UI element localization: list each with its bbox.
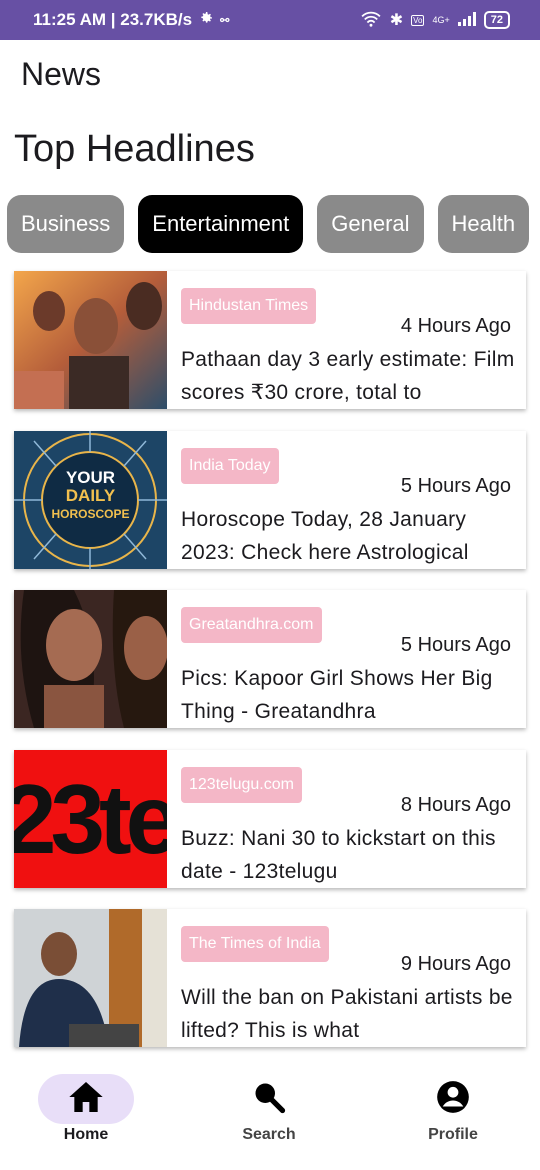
- news-card[interactable]: Hindustan Times 4 Hours Ago Pathaan day …: [14, 271, 526, 409]
- nav-profile-indicator: [405, 1074, 501, 1124]
- nav-search[interactable]: Search: [209, 1074, 329, 1144]
- nav-home[interactable]: Home: [26, 1074, 146, 1144]
- article-time: 4 Hours Ago: [400, 315, 511, 337]
- nav-search-label: Search: [242, 1126, 296, 1143]
- news-card[interactable]: Greatandhra.com 5 Hours Ago Pics: Kapoor…: [14, 590, 526, 728]
- horoscope-line1: YOUR: [65, 468, 116, 487]
- article-headline: Will the ban on Pakistani artists be lif…: [181, 986, 513, 1042]
- horoscope-line2: DAILY: [65, 486, 116, 505]
- chip-general[interactable]: General: [317, 195, 424, 253]
- source-badge: India Today: [181, 448, 279, 484]
- chip-business[interactable]: Business: [7, 195, 125, 253]
- article-thumbnail: 23te: [14, 750, 167, 888]
- article-time: 5 Hours Ago: [400, 475, 511, 497]
- article-thumbnail: [14, 590, 167, 728]
- section-title: Top Headlines: [14, 128, 255, 170]
- home-icon: [65, 1077, 107, 1122]
- nav-search-indicator: [221, 1074, 317, 1124]
- category-chips: Business Entertainment General Health: [7, 195, 540, 253]
- article-time: 9 Hours Ago: [400, 953, 511, 975]
- chip-health[interactable]: Health: [437, 195, 530, 253]
- article-thumbnail: [14, 271, 167, 409]
- source-badge: Hindustan Times: [181, 288, 317, 324]
- article-headline: Horoscope Today, 28 January 2023: Check …: [181, 508, 469, 564]
- news-card[interactable]: YOUR DAILY HOROSCOPE India Today 5 Hours…: [14, 431, 526, 569]
- battery-icon: 72: [483, 11, 510, 29]
- nav-home-indicator: [38, 1074, 134, 1124]
- article-thumbnail: [14, 909, 167, 1047]
- article-headline: Buzz: Nani 30 to kickstart on this date …: [181, 827, 496, 883]
- usb-icon: ⚯: [220, 14, 230, 27]
- article-time: 5 Hours Ago: [400, 634, 511, 656]
- search-icon: [251, 1079, 287, 1120]
- volte-icon: Vo: [411, 14, 425, 26]
- chip-entertainment[interactable]: Entertainment: [138, 195, 304, 253]
- account-icon: [434, 1078, 472, 1121]
- article-headline: Pathaan day 3 early estimate: Film score…: [181, 348, 515, 404]
- signal-icon: [457, 11, 476, 29]
- source-badge: The Times of India: [181, 926, 329, 962]
- site-logo-text: 23te: [14, 764, 167, 874]
- wifi-icon: [360, 11, 382, 30]
- news-card[interactable]: 23te 123telugu.com 8 Hours Ago Buzz: Nan…: [14, 750, 526, 888]
- status-bar: 11:25 AM | 23.7KB/s ⚯ ✱ Vo 4G+ 72: [0, 0, 540, 40]
- article-time: 8 Hours Ago: [400, 794, 511, 816]
- status-right: ✱ Vo 4G+ 72: [360, 0, 510, 40]
- bottom-navigation: Home Search Profile: [0, 1060, 540, 1170]
- network-label: 4G+: [432, 15, 450, 25]
- article-headline: Pics: Kapoor Girl Shows Her Big Thing - …: [181, 667, 493, 723]
- settings-icon: [198, 10, 214, 31]
- status-time-speed: 11:25 AM | 23.7KB/s: [33, 10, 193, 29]
- nav-home-label: Home: [63, 1126, 109, 1143]
- app-title: News: [21, 56, 102, 92]
- article-thumbnail: YOUR DAILY HOROSCOPE: [14, 431, 167, 569]
- source-badge: 123telugu.com: [181, 767, 302, 803]
- source-badge: Greatandhra.com: [181, 607, 322, 643]
- bluetooth-icon: ✱: [389, 12, 404, 29]
- news-card[interactable]: The Times of India 9 Hours Ago Will the …: [14, 909, 526, 1047]
- nav-profile[interactable]: Profile: [393, 1074, 513, 1144]
- horoscope-line3: HOROSCOPE: [51, 507, 130, 521]
- status-left: 11:25 AM | 23.7KB/s ⚯: [33, 0, 229, 40]
- nav-profile-label: Profile: [428, 1126, 478, 1143]
